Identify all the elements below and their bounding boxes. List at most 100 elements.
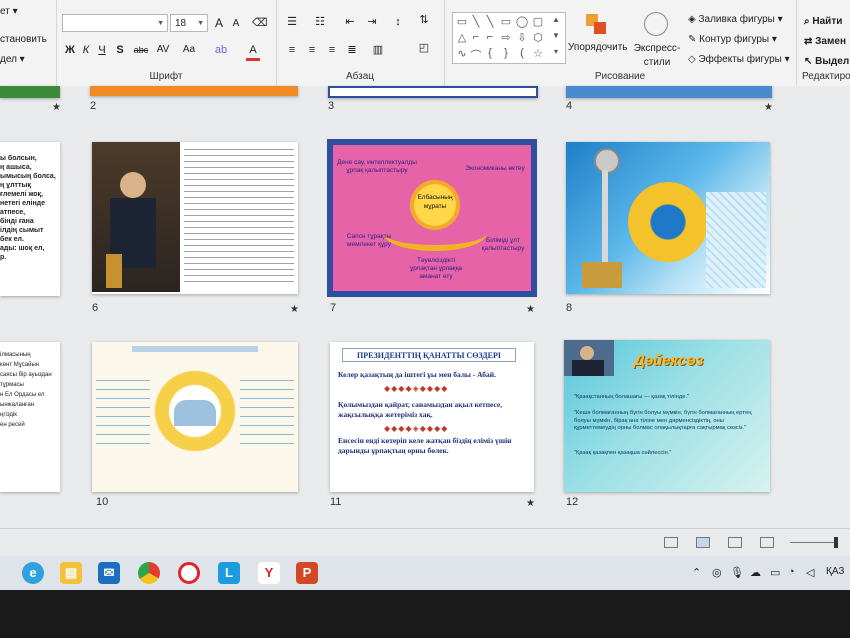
slide-thumbnail-2[interactable]	[90, 86, 298, 96]
replace-label: Замен	[815, 36, 846, 47]
arrange-button[interactable]: Упорядочить	[568, 42, 628, 53]
reading-view-icon[interactable]	[728, 537, 742, 548]
language-indicator[interactable]: ҚАЗ	[826, 566, 844, 577]
section-button[interactable]: дел ▾	[0, 54, 25, 65]
shape-outline-button[interactable]: ✎ Контур фигуры ▾	[688, 34, 777, 45]
slide-thumbnail-5[interactable]: ы болсын, ң ашыса, ымысың болса, ң ұлтты…	[0, 142, 60, 296]
shape-fill-button[interactable]: ◈ Заливка фигуры ▾	[688, 14, 783, 25]
curve-shape-icon[interactable]: ⌒	[469, 47, 483, 63]
italic-button[interactable]: К	[80, 42, 92, 58]
align-right-icon[interactable]: ≡	[324, 42, 340, 58]
file-explorer-icon[interactable]: ▤	[60, 562, 82, 584]
ribbon-clipboard-item[interactable]: ет ▾	[0, 6, 18, 17]
slide-thumbnail-11[interactable]: ПРЕЗИДЕНТТІҢ ҚАНАТТЫ СӨЗДЕРІ Келер қазақ…	[330, 342, 534, 492]
replace-button[interactable]: ⇄ Замен	[804, 36, 846, 47]
strikethrough-button[interactable]: abc	[132, 42, 150, 58]
slide-thumbnail-4[interactable]	[566, 86, 772, 98]
triangle-shape-icon[interactable]: △	[455, 31, 469, 44]
quick-styles-button[interactable]: Экспресс-стили	[632, 42, 682, 70]
slideshow-view-icon[interactable]	[760, 537, 774, 548]
slide-thumbnail-3[interactable]	[328, 86, 538, 98]
line-shape-icon[interactable]: ╲	[483, 15, 497, 28]
arrow-down-shape-icon[interactable]: ⇩	[515, 31, 529, 44]
hexagon-shape-icon[interactable]: ⬡	[531, 31, 545, 44]
line-shape-icon[interactable]: ╲	[469, 15, 483, 28]
gallery-more-icon[interactable]: ▾	[549, 47, 563, 56]
text-line: р.	[0, 254, 7, 261]
highlight-icon[interactable]: ab	[212, 42, 230, 58]
cloud-icon[interactable]: ☁	[750, 566, 761, 579]
select-button[interactable]: ↖ Выдел	[804, 56, 849, 67]
arrange-icon[interactable]	[584, 12, 608, 36]
bold-button[interactable]: Ж	[64, 42, 76, 58]
char-spacing-button[interactable]: AV	[154, 42, 172, 58]
brace-shape-icon[interactable]: }	[499, 47, 513, 59]
l-app-icon[interactable]: L	[218, 562, 240, 584]
slide-thumbnail-10[interactable]	[92, 342, 298, 492]
line-spacing-icon[interactable]: ↕	[390, 14, 406, 30]
grow-font-button[interactable]: A	[212, 15, 226, 31]
numbering-icon[interactable]: ☷	[312, 14, 328, 30]
slide-thumbnail-7[interactable]: Дене сау, интеллектуалды ұрпақ қалыптаст…	[327, 139, 537, 297]
oval-shape-icon[interactable]: ◯	[515, 15, 529, 28]
gallery-scroll-up-icon[interactable]: ▲	[549, 15, 563, 24]
decrease-indent-icon[interactable]: ⇤	[342, 14, 358, 30]
chevron-up-icon[interactable]: ⌃	[692, 566, 701, 579]
powerpoint-icon[interactable]: P	[296, 562, 318, 584]
shape-effects-button[interactable]: ◇ Эффекты фигуры ▾	[688, 54, 790, 65]
pen-icon: ✎	[688, 34, 697, 45]
yandex-icon[interactable]: Y	[258, 562, 280, 584]
mail-icon[interactable]: ✉	[98, 562, 120, 584]
slide-thumbnail-6[interactable]	[92, 142, 298, 294]
bracket-shape-icon[interactable]: (	[515, 47, 529, 59]
people-icon[interactable]: ◎	[712, 566, 722, 579]
slide-thumbnail-12[interactable]: Дәйексөз "Қазақстанның болашағы — қазақ …	[564, 340, 770, 492]
volume-icon[interactable]: ◁	[806, 566, 814, 579]
connector-shape-icon[interactable]: ⌐	[483, 31, 497, 43]
rectangle-shape-icon[interactable]: ▭	[499, 15, 513, 28]
change-case-button[interactable]: Aa	[180, 42, 198, 58]
find-button[interactable]: ⌕ Найти	[804, 16, 842, 27]
text-direction-icon[interactable]: ⇅	[416, 12, 432, 28]
slide-sorter-view-icon[interactable]	[696, 537, 710, 548]
opera-icon[interactable]	[178, 562, 200, 584]
brace-shape-icon[interactable]: {	[483, 47, 497, 59]
wifi-icon[interactable]: ◔	[788, 566, 795, 578]
increase-indent-icon[interactable]: ⇥	[364, 14, 380, 30]
gallery-scroll-down-icon[interactable]: ▼	[549, 31, 563, 40]
shapes-gallery[interactable]: ▭ ╲ ╲ ▭ ◯ ▢ △ ⌐ ⌐ ⇨ ⇩ ⬡ ∿ ⌒ { } ( ☆ ▲ ▼	[452, 12, 566, 64]
curve-shape-icon[interactable]: ∿	[455, 47, 469, 60]
font-name-combo[interactable]: ▼	[62, 14, 168, 32]
screen: ет ▾ становить дел ▾ ▼ 18 ▼ A A ⌫ Ж К Ч …	[0, 0, 850, 590]
star-shape-icon[interactable]: ☆	[531, 47, 545, 60]
microphone-icon[interactable]: 🎙	[730, 566, 744, 579]
align-left-icon[interactable]: ≡	[284, 42, 300, 58]
shadow-button[interactable]: S	[114, 42, 126, 58]
slide-number: 11	[330, 496, 342, 508]
font-color-button[interactable]: A	[246, 42, 260, 61]
zoom-slider-thumb[interactable]	[834, 537, 838, 548]
clear-format-icon[interactable]: ⌫	[252, 15, 268, 31]
slide-thumbnail-8[interactable]	[566, 142, 770, 294]
edge-icon[interactable]: e	[22, 562, 44, 584]
quick-styles-icon[interactable]	[644, 12, 668, 36]
columns-icon[interactable]: ▥	[370, 42, 386, 58]
arrow-right-shape-icon[interactable]: ⇨	[499, 31, 513, 44]
normal-view-icon[interactable]	[664, 537, 678, 548]
smartart-icon[interactable]: ◰	[416, 40, 432, 56]
zoom-slider[interactable]	[790, 542, 836, 543]
textbox-shape-icon[interactable]: ▭	[455, 15, 469, 28]
rounded-rect-shape-icon[interactable]: ▢	[531, 15, 545, 28]
justify-icon[interactable]: ≣	[344, 42, 360, 58]
font-size-combo[interactable]: 18 ▼	[170, 14, 208, 32]
battery-icon[interactable]: ▭	[770, 566, 780, 579]
align-center-icon[interactable]: ≡	[304, 42, 320, 58]
reset-button[interactable]: становить	[0, 34, 47, 45]
bullets-icon[interactable]: ☰	[284, 14, 300, 30]
connector-shape-icon[interactable]: ⌐	[469, 31, 483, 43]
slide-thumbnail-1[interactable]	[0, 86, 60, 98]
shrink-font-button[interactable]: A	[230, 16, 242, 32]
slide-thumbnail-9[interactable]: ілмасының кент Мұсайын саясы бір ауыздан…	[0, 342, 60, 492]
chrome-icon[interactable]	[138, 562, 160, 584]
underline-button[interactable]: Ч	[96, 42, 108, 58]
